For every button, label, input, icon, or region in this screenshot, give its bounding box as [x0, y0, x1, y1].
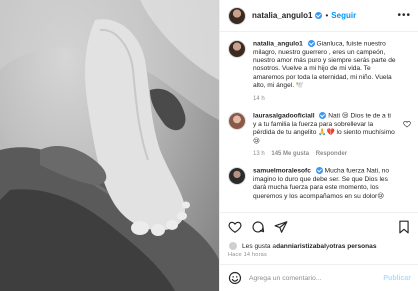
comment-row: samuelmoralesofc Mucha fuerza Nati, no i… — [228, 167, 411, 201]
instagram-post-window: natalia_angulo1 • Seguir ••• natalia_ang… — [0, 0, 418, 291]
verified-badge-icon — [315, 167, 323, 175]
likes-others[interactable]: otras personas — [329, 243, 376, 250]
baby-foot-in-hand-image — [0, 0, 219, 291]
comment-username[interactable]: laurasalgadooficiall — [253, 112, 315, 119]
comment-row: laurasalgadooficiall Nati 😢 Dios te de a… — [228, 112, 411, 158]
heart-icon[interactable] — [228, 220, 242, 234]
caption-avatar[interactable] — [228, 40, 246, 58]
emoji-icon[interactable] — [228, 271, 242, 285]
author-avatar[interactable] — [228, 6, 246, 25]
comment-icon[interactable] — [251, 220, 265, 234]
comment-username[interactable]: samuelmoralesofc — [253, 168, 311, 175]
post-timestamp: Hace 14 horas — [228, 252, 267, 258]
likes-prefix: Les gusta a — [242, 242, 277, 250]
post-actions-bar — [220, 212, 418, 240]
bookmark-icon[interactable] — [397, 220, 411, 234]
commenter-avatar[interactable] — [228, 167, 246, 186]
comment-likes[interactable]: 145 Me gusta — [271, 151, 309, 157]
comment-time[interactable]: 13 h — [253, 151, 265, 157]
caption-time[interactable]: 14 h — [253, 96, 265, 102]
caption-username[interactable]: natalia_angulo1 — [253, 40, 303, 47]
liker-avatar — [228, 241, 238, 251]
caption-text: Gianluca, fuiste nuestro milagro, nuestr… — [253, 40, 396, 90]
separator-dot: • — [325, 11, 329, 20]
caption-row: natalia_angulo1 Gianluca, fuiste nuestro… — [228, 40, 411, 103]
publish-button[interactable]: Publicar — [383, 275, 411, 282]
verified-badge-icon — [307, 40, 315, 47]
comment-like-heart-icon[interactable] — [403, 120, 411, 128]
post-header: natalia_angulo1 • Seguir ••• — [220, 0, 418, 32]
likes-summary[interactable]: Les gusta a danniaristizabal y otras per… — [228, 241, 377, 251]
more-options-icon[interactable]: ••• — [397, 10, 411, 21]
verified-badge-icon — [319, 112, 327, 120]
verified-badge-icon — [315, 12, 323, 19]
add-comment-bar: Publicar — [220, 264, 418, 291]
author-username[interactable]: natalia_angulo1 — [252, 11, 312, 20]
reply-button[interactable]: Responder — [316, 151, 347, 157]
share-icon[interactable] — [274, 220, 288, 234]
post-panel: natalia_angulo1 • Seguir ••• natalia_ang… — [219, 0, 418, 291]
post-photo[interactable] — [0, 0, 219, 291]
likes-user[interactable]: danniaristizabal — [276, 243, 326, 250]
comment-input[interactable] — [248, 274, 384, 282]
follow-button[interactable]: Seguir — [331, 11, 356, 20]
commenter-avatar[interactable] — [228, 112, 246, 131]
comments-section[interactable]: natalia_angulo1 Gianluca, fuiste nuestro… — [220, 32, 418, 212]
